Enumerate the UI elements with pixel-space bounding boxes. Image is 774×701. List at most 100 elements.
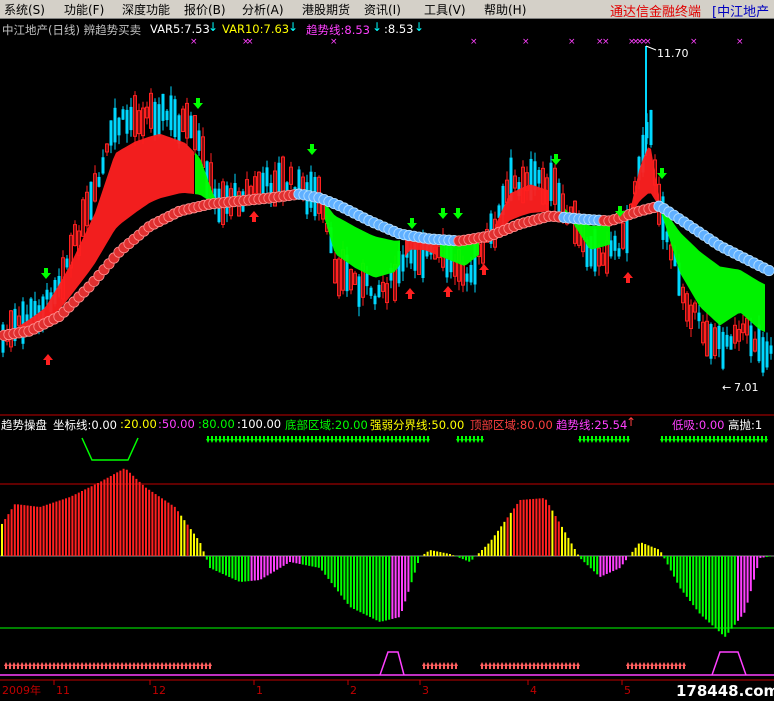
up-arrow-icon	[60, 662, 64, 669]
up-arrow-icon	[32, 662, 36, 669]
down-arrow-icon	[298, 436, 302, 443]
up-arrow-icon	[12, 662, 16, 669]
price-chart[interactable]: × ×× × × × × ×× ××××× × × 11.70 ← 7.01	[0, 36, 774, 412]
candle-body	[297, 169, 301, 190]
menu-info[interactable]: 资讯(I)	[364, 1, 401, 18]
top-cross-marker: ×	[602, 37, 610, 47]
top-cross-marker: ×	[690, 37, 698, 47]
up-arrow-icon	[4, 662, 8, 669]
candle-body	[169, 95, 173, 131]
down-arrow-icon	[748, 436, 752, 443]
up-arrow-icon	[80, 662, 84, 669]
up-arrow-icon	[124, 662, 128, 669]
up-arrow-icon	[479, 264, 489, 275]
top-cross-marker: ×	[644, 37, 652, 47]
menu-hk-futures[interactable]: 港股期货	[302, 1, 350, 18]
candle-body	[101, 157, 105, 174]
down-arrow-icon	[282, 436, 286, 443]
down-arrow-icon	[708, 436, 712, 443]
menu-analysis[interactable]: 分析(A)	[242, 1, 284, 18]
down-arrow-icon	[193, 98, 203, 109]
down-arrow-icon	[664, 436, 668, 443]
up-arrow-icon	[200, 662, 204, 669]
candle-body	[113, 107, 117, 143]
osc-top-zone: 顶部区域:80.00	[470, 418, 553, 432]
candle-body	[125, 109, 129, 134]
down-arrow-icon	[688, 436, 692, 443]
down-arrow-icon	[480, 436, 484, 443]
up-arrow-icon	[520, 662, 524, 669]
down-arrow-icon	[410, 436, 414, 443]
up-arrow-icon	[666, 662, 670, 669]
down-arrow-icon	[222, 436, 226, 443]
menu-depth[interactable]: 深度功能	[122, 1, 170, 18]
up-arrow-icon	[152, 662, 156, 669]
menu-quote[interactable]: 报价(B)	[184, 1, 226, 18]
down-arrow-icon	[680, 436, 684, 443]
down-arrow-icon	[590, 436, 594, 443]
down-arrow-icon	[728, 436, 732, 443]
down-arrow-icon	[402, 436, 406, 443]
up-arrow-icon	[556, 662, 560, 669]
down-arrow-icon	[286, 436, 290, 443]
down-arrow-icon	[626, 436, 630, 443]
up-arrow-icon	[96, 662, 100, 669]
brand-title: 通达信金融终端	[610, 5, 702, 20]
up-arrow-icon	[405, 288, 415, 299]
up-arrow-icon	[572, 662, 576, 669]
up-arrow-icon	[36, 662, 40, 669]
up-arrow-icon	[249, 211, 259, 222]
up-arrow-icon	[568, 662, 572, 669]
watermark: 178448.com	[676, 682, 774, 700]
top-cross-marker: ×	[736, 37, 744, 47]
candle-body	[65, 258, 69, 268]
up-arrow-icon	[100, 662, 104, 669]
up-arrow-icon	[84, 662, 88, 669]
up-arrow-icon	[8, 662, 12, 669]
top-cross-marker: ×	[522, 37, 530, 47]
down-arrow-icon	[374, 436, 378, 443]
up-arrow-icon	[638, 662, 642, 669]
arrow-down-icon: ↓	[208, 20, 219, 34]
month-label: 1	[256, 684, 263, 697]
down-arrow-icon	[422, 436, 426, 443]
menu-tools[interactable]: 工具(V)	[424, 1, 466, 18]
candle-body	[769, 345, 773, 354]
up-arrow-icon	[208, 662, 212, 669]
up-arrow-icon	[634, 662, 638, 669]
down-arrow-icon	[314, 436, 318, 443]
up-arrow-icon	[52, 662, 56, 669]
up-arrow-icon	[524, 662, 528, 669]
down-arrow-icon	[306, 436, 310, 443]
month-label: 11	[56, 684, 70, 697]
candle-body	[729, 336, 733, 350]
down-arrow-icon	[426, 436, 430, 443]
up-arrow-icon	[68, 662, 72, 669]
up-arrow-icon	[492, 662, 496, 669]
arrow-down-icon: ↓	[372, 20, 383, 34]
osc-midline: 强弱分界线:50.00	[370, 418, 465, 432]
down-arrow-icon	[310, 436, 314, 443]
down-arrow-icon	[736, 436, 740, 443]
menu-help[interactable]: 帮助(H)	[484, 1, 526, 18]
down-arrow-icon	[226, 436, 230, 443]
up-arrow-icon	[443, 286, 453, 297]
down-arrow-icon	[266, 436, 270, 443]
osc-axis100: :100.00	[237, 417, 282, 431]
down-arrow-icon	[453, 208, 463, 219]
high-marker: 11.70	[645, 45, 689, 60]
down-arrow-icon	[394, 436, 398, 443]
candle-body	[121, 109, 125, 120]
oscillator-chart[interactable]	[0, 432, 774, 679]
up-arrow-icon	[64, 662, 68, 669]
menu-function[interactable]: 功能(F)	[64, 1, 104, 18]
menu-system[interactable]: 系统(S)	[4, 1, 45, 18]
panel-divider	[0, 414, 774, 416]
down-arrow-icon	[382, 436, 386, 443]
down-arrow-icon	[290, 436, 294, 443]
trend-ribbon	[5, 134, 765, 339]
osc-bars	[1, 468, 771, 637]
candle-body	[721, 331, 725, 369]
up-arrow-icon	[180, 662, 184, 669]
osc-axis20: :20.00	[120, 417, 157, 431]
